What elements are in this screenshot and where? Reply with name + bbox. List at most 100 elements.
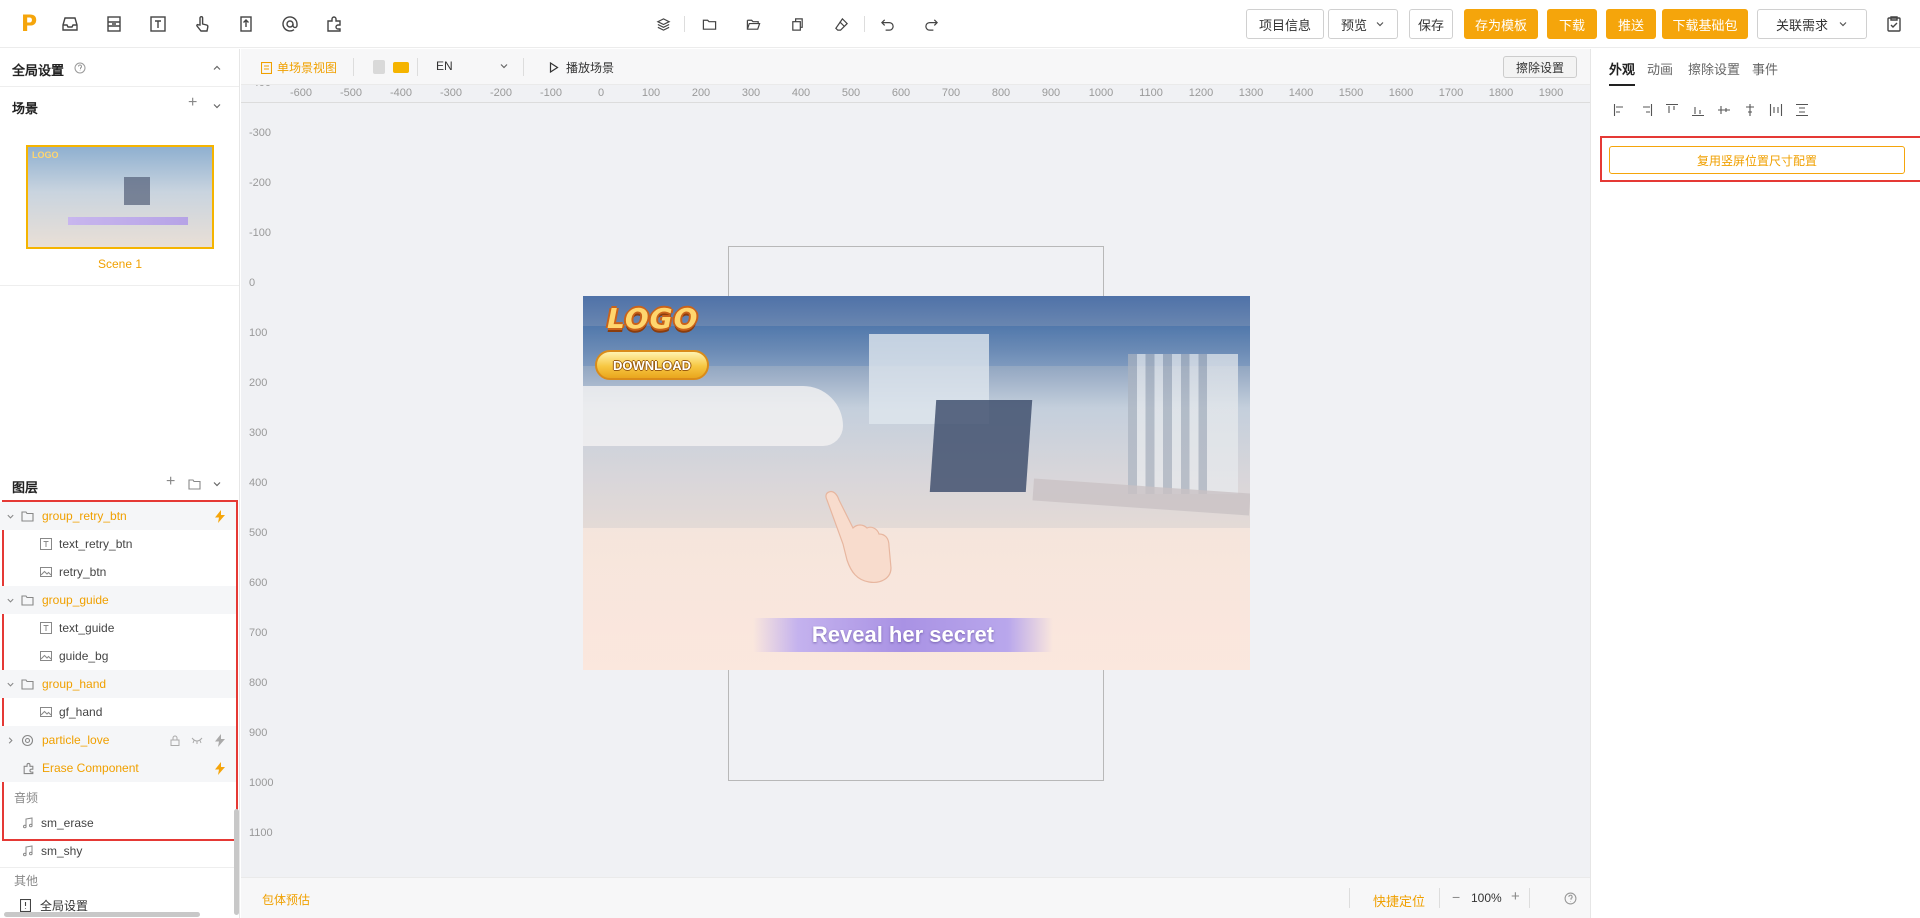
chevron-up-icon[interactable] xyxy=(212,63,222,73)
container-icon[interactable] xyxy=(104,14,124,34)
app-logo[interactable]: P xyxy=(18,12,40,37)
touch-icon[interactable] xyxy=(192,14,212,34)
ruler-x-tick-label: 100 xyxy=(641,87,661,99)
erase-settings-button[interactable]: 擦除设置 xyxy=(1503,56,1577,78)
layer-item-erase-component[interactable]: Erase Component xyxy=(0,754,236,782)
chevron-right-icon[interactable] xyxy=(6,736,15,745)
lightning-icon[interactable] xyxy=(215,761,225,775)
vertical-scrollbar[interactable] xyxy=(234,809,239,915)
layer-label: group_guide xyxy=(42,593,109,607)
divider xyxy=(0,285,239,286)
linked-req-label: 关联需求 xyxy=(1775,17,1828,33)
layer-item-group-guide[interactable]: group_guide xyxy=(0,586,236,614)
quick-locate-button[interactable]: 快捷定位 xyxy=(1373,891,1425,910)
layer-item-retry-btn[interactable]: retry_btn xyxy=(0,558,236,586)
play-scene-button[interactable]: 播放场景 xyxy=(549,59,614,76)
chevron-down-icon[interactable] xyxy=(6,680,15,689)
layer-item-gf-hand[interactable]: gf_hand xyxy=(0,698,236,726)
other-item-label: 全局设置 xyxy=(40,898,89,913)
ruler-x-tick-label: -400 xyxy=(389,87,413,99)
global-settings-header[interactable]: 全局设置 xyxy=(0,49,239,87)
package-estimate-link[interactable]: 包体预估 xyxy=(262,891,310,908)
eye-hidden-icon[interactable] xyxy=(191,736,203,745)
distribute-horizontal-icon[interactable] xyxy=(1767,101,1785,119)
download-button[interactable]: 下载 xyxy=(1547,9,1597,39)
chevron-down-icon xyxy=(500,64,508,69)
layer-item-text-retry-btn[interactable]: text_retry_btn xyxy=(0,530,236,558)
download-base-package-button[interactable]: 下载基础包 xyxy=(1662,9,1748,39)
distribute-vertical-icon[interactable] xyxy=(1793,101,1811,119)
ruler-y-tick-label: 100 xyxy=(249,327,268,339)
horizontal-scrollbar[interactable] xyxy=(4,912,200,917)
image-layer-icon xyxy=(40,707,52,717)
plugin-icon[interactable] xyxy=(324,14,344,34)
zoom-in-button[interactable]: + xyxy=(1511,888,1520,905)
tab-events[interactable]: 事件 xyxy=(1752,59,1778,78)
tab-appearance[interactable]: 外观 xyxy=(1609,59,1635,78)
redo-icon[interactable] xyxy=(922,15,940,33)
layer-item-group-retry-btn[interactable]: group_retry_btn xyxy=(0,502,236,530)
align-top-icon[interactable] xyxy=(1663,101,1681,119)
add-layer-icon[interactable]: + xyxy=(166,473,175,491)
layers-icon[interactable] xyxy=(654,15,672,33)
new-folder-icon[interactable] xyxy=(700,15,718,33)
help-icon[interactable] xyxy=(74,62,86,74)
project-info-button[interactable]: 项目信息 xyxy=(1246,9,1324,39)
text-tool-icon[interactable] xyxy=(148,14,168,34)
open-folder-icon[interactable] xyxy=(744,15,762,33)
zoom-out-button[interactable]: − xyxy=(1452,889,1460,905)
align-middle-icon[interactable] xyxy=(1715,101,1733,119)
bg-color-swatch-yellow[interactable] xyxy=(393,62,409,73)
scene-name[interactable]: Scene 1 xyxy=(26,257,214,271)
scene-preview[interactable]: LOGO DOWNLOAD Reveal her secret xyxy=(583,296,1250,670)
chevron-down-icon[interactable] xyxy=(212,101,222,111)
at-sign-icon[interactable] xyxy=(280,14,300,34)
lightning-icon[interactable] xyxy=(215,733,225,747)
undo-icon[interactable] xyxy=(878,15,896,33)
save-as-template-button[interactable]: 存为模板 xyxy=(1464,9,1538,39)
ruler-x-tick-label: 0 xyxy=(597,87,605,99)
single-scene-view-toggle[interactable]: 单场景视图 xyxy=(261,59,337,76)
align-center-icon[interactable] xyxy=(1741,101,1759,119)
save-button[interactable]: 保存 xyxy=(1409,9,1453,39)
help-icon[interactable] xyxy=(1564,892,1577,905)
tab-animation[interactable]: 动画 xyxy=(1647,59,1673,78)
scene-download-button[interactable]: DOWNLOAD xyxy=(595,350,709,380)
layer-item-text-guide[interactable]: text_guide xyxy=(0,614,236,642)
align-left-icon[interactable] xyxy=(1611,101,1629,119)
add-scene-icon[interactable]: + xyxy=(188,94,197,112)
chevron-down-icon[interactable] xyxy=(6,512,15,521)
global-settings-title: 全局设置 xyxy=(12,63,65,78)
inbox-icon[interactable] xyxy=(60,14,80,34)
folder-add-icon[interactable] xyxy=(188,478,201,490)
push-button[interactable]: 推送 xyxy=(1606,9,1656,39)
audio-item-sm-shy[interactable]: sm_shy xyxy=(0,837,236,865)
chevron-down-icon[interactable] xyxy=(6,596,15,605)
audio-item-sm-erase[interactable]: sm_erase xyxy=(0,809,236,837)
layers-header: 图层 + xyxy=(0,469,239,499)
export-file-icon[interactable] xyxy=(236,14,256,34)
language-select[interactable]: EN xyxy=(436,59,516,73)
preview-button[interactable]: 预览 xyxy=(1328,9,1398,39)
component-icon xyxy=(23,762,34,774)
layer-item-particle-love[interactable]: particle_love xyxy=(0,726,236,754)
lightning-icon[interactable] xyxy=(215,509,225,523)
reuse-portrait-config-button[interactable]: 复用竖屏位置尺寸配置 xyxy=(1609,146,1905,174)
tab-erase-settings[interactable]: 擦除设置 xyxy=(1688,59,1740,78)
scene-thumbnail[interactable]: LOGO xyxy=(26,145,214,249)
layer-label: gf_hand xyxy=(59,705,103,719)
scene-view-icon xyxy=(261,61,272,74)
stage-canvas[interactable]: -600 -500 -400 -300 -200 -100 0 100 200 300 400 500… xyxy=(241,85,1590,877)
align-bottom-icon[interactable] xyxy=(1689,101,1707,119)
bg-color-swatch-gray[interactable] xyxy=(373,60,385,74)
clipboard-check-icon[interactable] xyxy=(1884,14,1904,34)
lock-icon[interactable] xyxy=(170,735,180,746)
copy-icon[interactable] xyxy=(788,15,806,33)
chevron-down-icon[interactable] xyxy=(212,479,222,489)
ruler-x-tick-label: 900 xyxy=(1041,87,1061,99)
layer-item-guide-bg[interactable]: guide_bg xyxy=(0,642,236,670)
layer-item-group-hand[interactable]: group_hand xyxy=(0,670,236,698)
eraser-icon[interactable] xyxy=(832,15,850,33)
align-right-icon[interactable] xyxy=(1637,101,1655,119)
linked-requirement-select[interactable]: 关联需求 xyxy=(1757,9,1867,39)
